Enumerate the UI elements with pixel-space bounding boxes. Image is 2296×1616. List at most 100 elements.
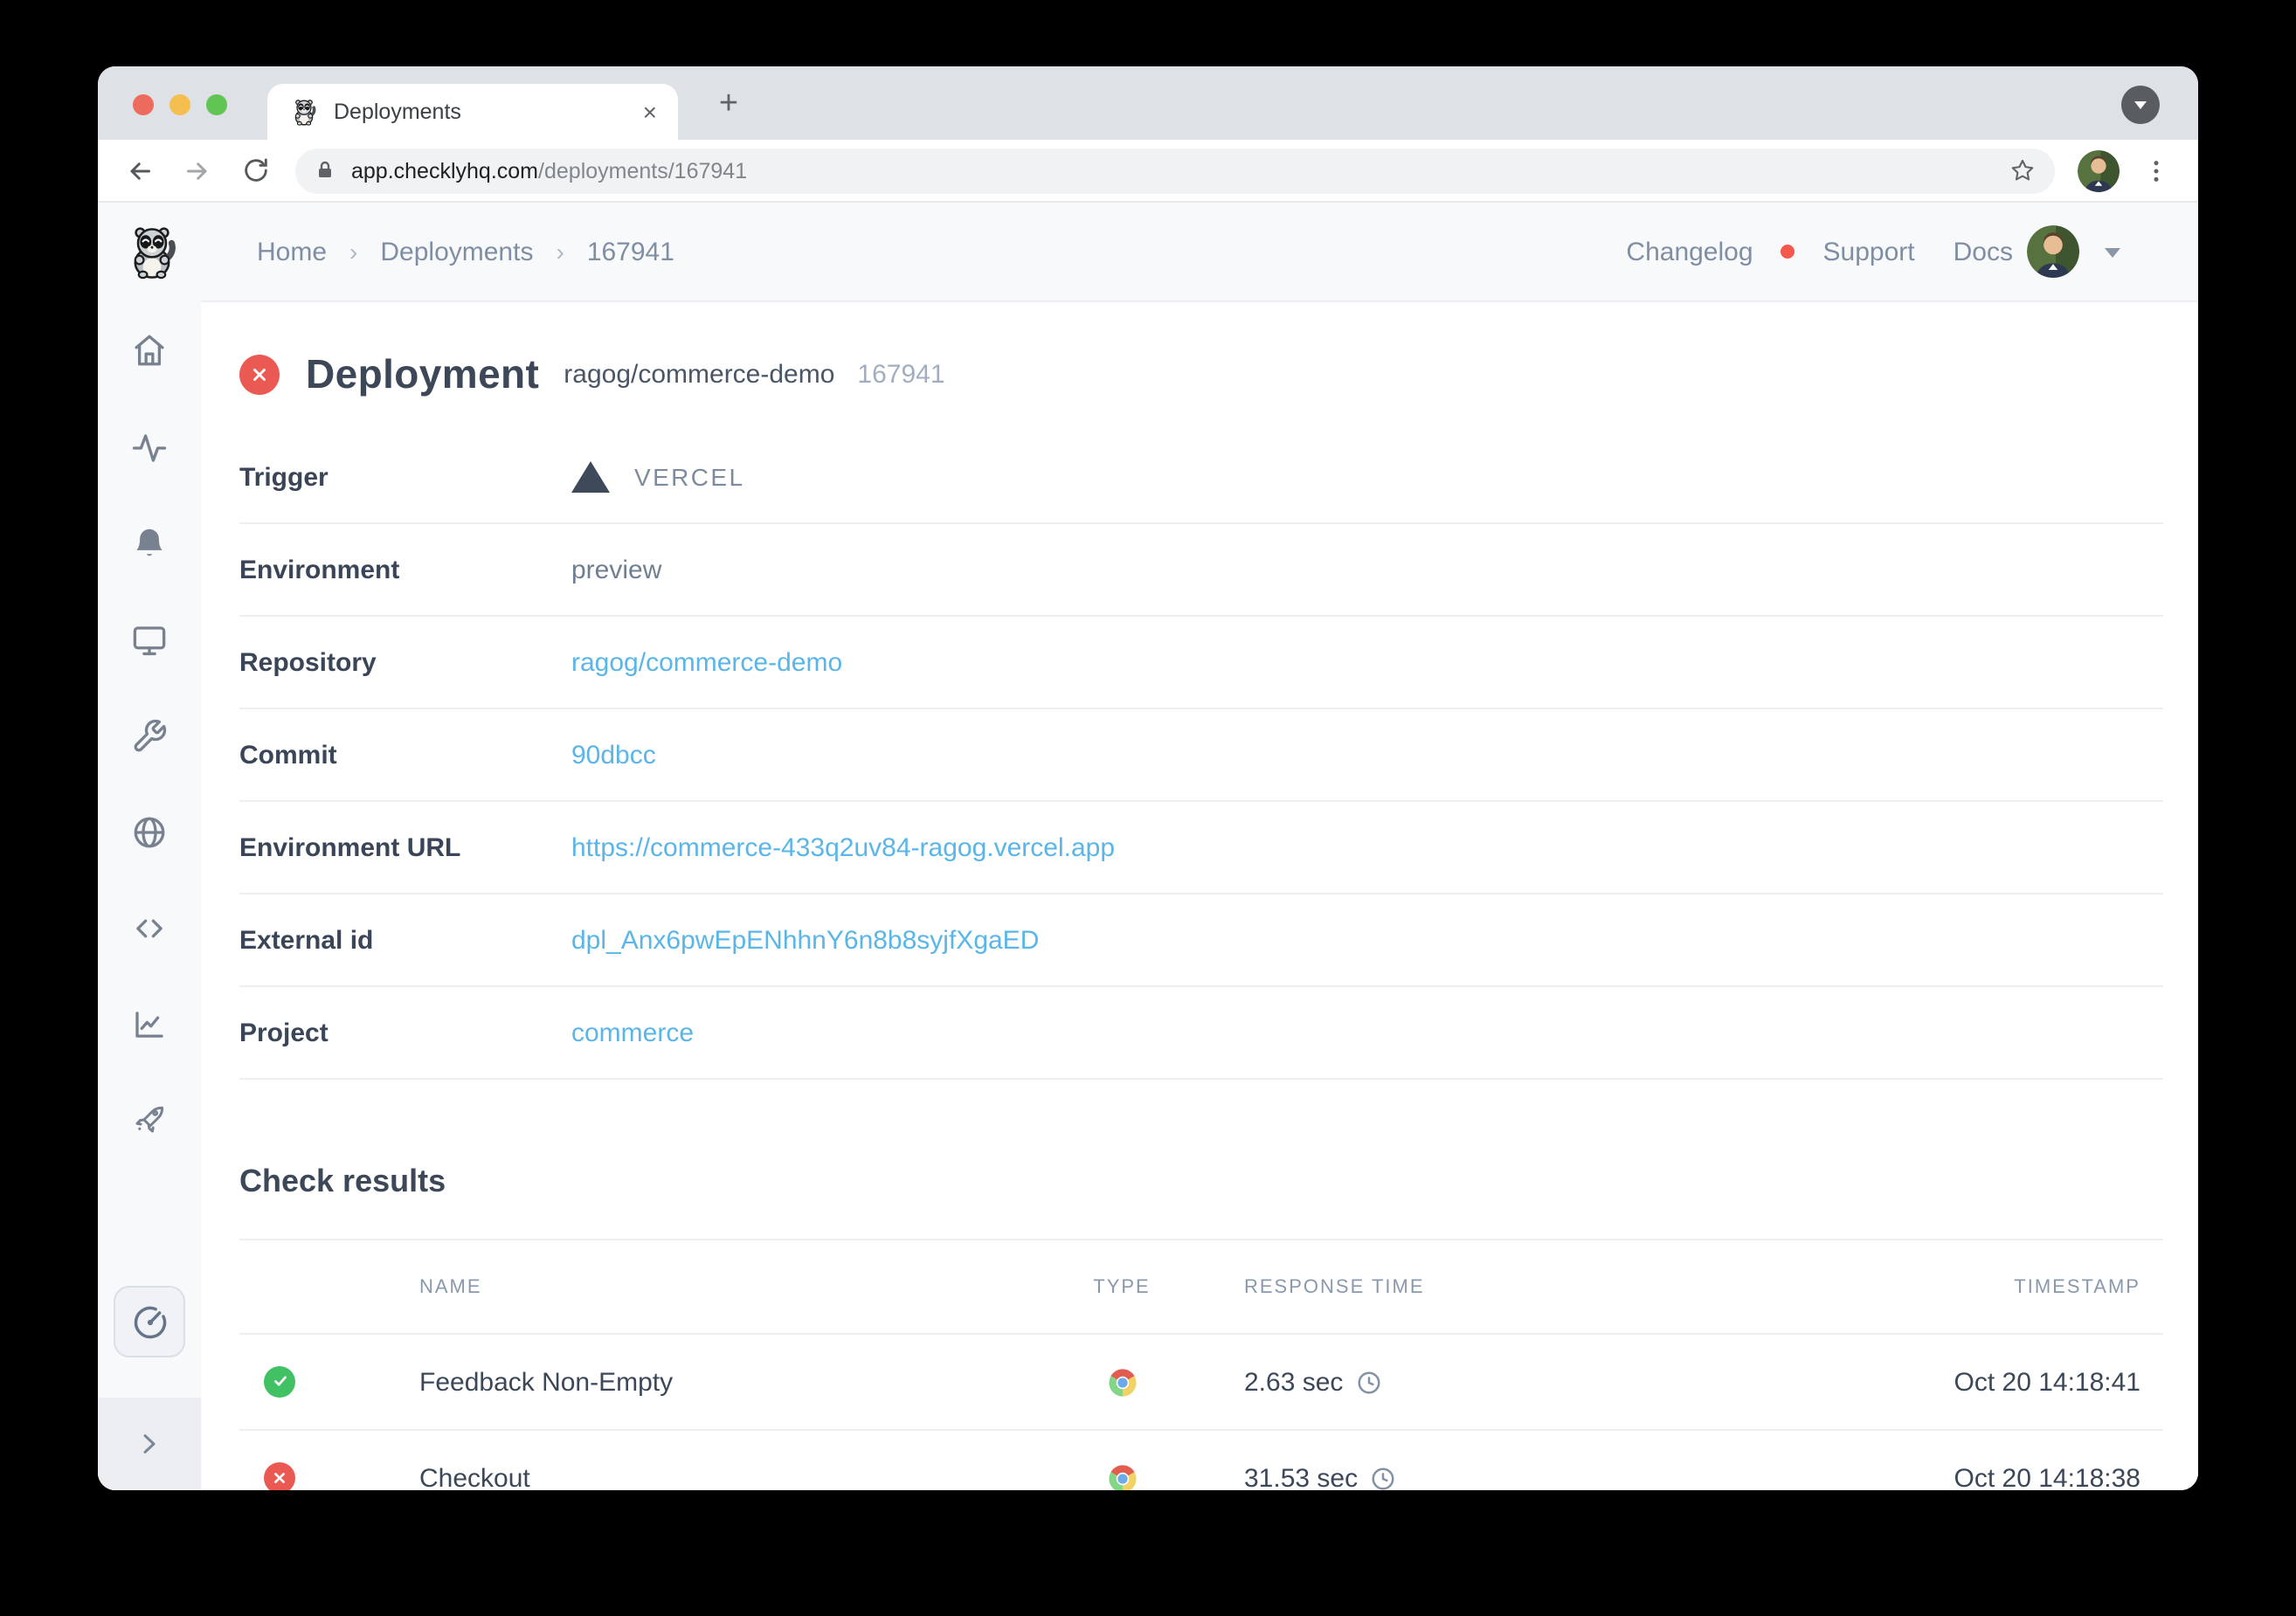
- deployment-fields: Trigger VERCEL Environment preview Repos…: [239, 432, 2163, 1080]
- deployment-title-row: Deployment ragog/commerce-demo 167941: [239, 349, 2163, 398]
- vercel-label: VERCEL: [634, 463, 744, 491]
- column-header-type: TYPE: [1061, 1276, 1183, 1297]
- sidebar-item-home[interactable]: [131, 332, 168, 369]
- field-label: Trigger: [239, 462, 571, 492]
- tab-title: Deployments: [334, 100, 640, 124]
- column-header-timestamp: TIMESTAMP: [1567, 1276, 2163, 1297]
- sidebar-item-dashboards[interactable]: [131, 622, 168, 659]
- reload-icon: [240, 155, 270, 185]
- sidebar-item-alerts[interactable]: [131, 524, 168, 561]
- new-tab-button[interactable]: +: [706, 82, 751, 128]
- sidebar-item-quickstart[interactable]: [131, 1101, 168, 1137]
- minimize-window-button[interactable]: [169, 94, 190, 115]
- response-time-value: 31.53 sec: [1244, 1463, 1358, 1490]
- sidebar-item-snippets[interactable]: [131, 910, 168, 947]
- check-type-cell: [1061, 1462, 1183, 1490]
- browser-menu-icon[interactable]: [2142, 156, 2170, 184]
- response-time-value: 2.63 sec: [1244, 1367, 1343, 1397]
- url-host: app.checklyhq.com: [351, 158, 538, 183]
- checkly-favicon: [290, 98, 318, 126]
- gauge-icon: [130, 1302, 169, 1341]
- sidebar-item-private-locations[interactable]: [131, 814, 168, 851]
- commit-link[interactable]: 90dbcc: [571, 740, 2163, 770]
- user-avatar[interactable]: [2027, 225, 2079, 278]
- screen: Deployments × +: [0, 0, 2296, 1616]
- back-arrow-icon: [124, 155, 156, 186]
- account-menu-caret-icon[interactable]: [2104, 245, 2121, 258]
- repository-link[interactable]: ragog/commerce-demo: [571, 647, 2163, 677]
- table-row[interactable]: Checkout: [239, 1429, 2163, 1490]
- chart-icon: [131, 1006, 168, 1043]
- browser-window: Deployments × +: [98, 66, 2198, 1490]
- field-row-environment-url: Environment URL https://commerce-433q2uv…: [239, 802, 2163, 894]
- browser-toolbar: app.checklyhq.com/deployments/167941: [98, 140, 2198, 203]
- check-name[interactable]: Checkout: [419, 1463, 1061, 1490]
- breadcrumb-home[interactable]: Home: [257, 237, 327, 266]
- check-results-heading: Check results: [239, 1164, 2163, 1200]
- field-label: Environment URL: [239, 832, 571, 862]
- forward-arrow-icon: [182, 155, 213, 186]
- rocket-icon: [131, 1101, 168, 1137]
- changelog-notification-dot: [1781, 245, 1795, 259]
- reload-button[interactable]: [238, 153, 273, 188]
- check-results-table: NAME TYPE RESPONSE TIME TIMESTAMP: [239, 1239, 2163, 1490]
- forward-button[interactable]: [180, 153, 215, 188]
- field-label: Commit: [239, 740, 571, 770]
- sidebar-item-checks[interactable]: [131, 430, 168, 466]
- external-id-link[interactable]: dpl_Anx6pwEpENhhnY6n8b8syjfXgaED: [571, 925, 2163, 955]
- project-link[interactable]: commerce: [571, 1018, 2163, 1047]
- check-name[interactable]: Feedback Non-Empty: [419, 1367, 1061, 1397]
- sidebar-item-deployments-selected[interactable]: [114, 1286, 185, 1357]
- field-label: Project: [239, 1018, 571, 1047]
- breadcrumb-deployments[interactable]: Deployments: [380, 237, 533, 266]
- field-row-environment: Environment preview: [239, 524, 2163, 617]
- clock-icon: [1355, 1369, 1381, 1395]
- breadcrumb-separator-icon: ›: [556, 238, 564, 266]
- nav-docs[interactable]: Docs: [1954, 237, 2013, 266]
- app-header: Home › Deployments › 167941 Changelog Su…: [98, 203, 2198, 300]
- url-path: /deployments/167941: [538, 158, 747, 183]
- browser-profile-avatar[interactable]: [2078, 149, 2120, 191]
- check-failed-icon: [264, 1462, 295, 1490]
- response-time-cell: 2.63 sec: [1183, 1367, 1567, 1397]
- deployment-repo-subtitle: ragog/commerce-demo: [564, 359, 834, 389]
- browser-tab[interactable]: Deployments ×: [267, 84, 678, 140]
- check-status-cell: [239, 1366, 419, 1398]
- check-passed-icon: [264, 1366, 295, 1398]
- lock-icon: [315, 159, 335, 182]
- nav-changelog[interactable]: Changelog: [1626, 237, 1753, 266]
- globe-icon: [131, 814, 168, 851]
- field-row-trigger: Trigger VERCEL: [239, 432, 2163, 524]
- field-value: preview: [571, 555, 2163, 584]
- field-label: Repository: [239, 647, 571, 677]
- check-timestamp: Oct 20 14:18:41: [1567, 1367, 2163, 1397]
- bookmark-star-icon[interactable]: [2009, 157, 2036, 183]
- zoom-window-button[interactable]: [206, 94, 227, 115]
- chrome-browser-icon: [1107, 1464, 1137, 1490]
- sidebar-item-maintenance[interactable]: [131, 718, 168, 755]
- table-row[interactable]: Feedback Non-Empty: [239, 1333, 2163, 1429]
- field-row-project: Project commerce: [239, 987, 2163, 1080]
- breadcrumb: Home › Deployments › 167941: [257, 237, 674, 266]
- field-row-commit: Commit 90dbcc: [239, 709, 2163, 802]
- sidebar-collapse-strip[interactable]: [98, 1398, 201, 1490]
- back-button[interactable]: [122, 153, 157, 188]
- activity-icon: [131, 430, 168, 466]
- environment-url-link[interactable]: https://commerce-433q2uv84-ragog.vercel.…: [571, 832, 2163, 862]
- column-header-name: NAME: [419, 1276, 1061, 1297]
- url-bar[interactable]: app.checklyhq.com/deployments/167941: [295, 148, 2055, 193]
- page-title: Deployment: [306, 350, 539, 397]
- nav-support[interactable]: Support: [1823, 237, 1915, 266]
- app-sidebar: [98, 300, 201, 1490]
- checkly-app: Home › Deployments › 167941 Changelog Su…: [98, 203, 2198, 1490]
- chrome-browser-icon: [1107, 1368, 1137, 1398]
- check-status-cell: [239, 1462, 419, 1490]
- breadcrumb-current: 167941: [587, 237, 674, 266]
- tab-search-menu-button[interactable]: [2121, 86, 2160, 124]
- tab-close-icon[interactable]: ×: [640, 98, 660, 126]
- checkly-logo[interactable]: [124, 224, 180, 280]
- sidebar-item-analytics[interactable]: [131, 1006, 168, 1043]
- close-window-button[interactable]: [133, 94, 154, 115]
- field-row-external-id: External id dpl_Anx6pwEpENhhnY6n8b8syjfX…: [239, 894, 2163, 987]
- field-value-trigger: VERCEL: [571, 461, 2163, 493]
